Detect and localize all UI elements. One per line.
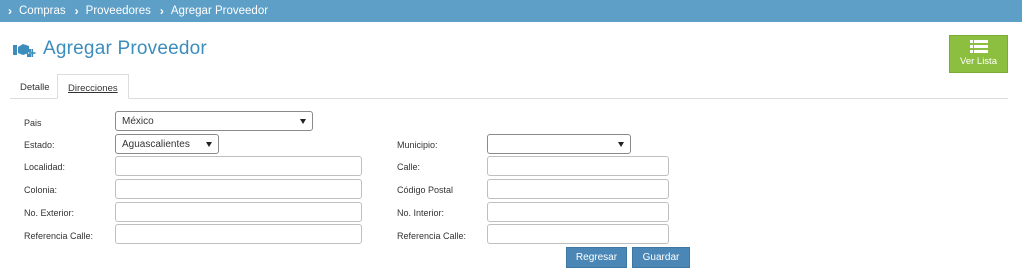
breadcrumb: › Compras › Proveedores › Agregar Provee… — [0, 0, 1022, 22]
localidad-label: Localidad: — [24, 162, 66, 172]
ver-lista-button[interactable]: Ver Lista — [949, 35, 1008, 73]
list-icon — [969, 40, 988, 53]
tab-direcciones[interactable]: Direcciones — [57, 74, 129, 99]
chevron-right-icon: › — [159, 4, 164, 18]
chevron-right-icon: › — [8, 4, 12, 18]
breadcrumb-item-proveedores[interactable]: › Proveedores — [75, 4, 151, 18]
breadcrumb-label[interactable]: Proveedores — [86, 5, 151, 17]
estado-value: Aguascalientes — [122, 138, 190, 150]
caret-down-icon — [618, 142, 624, 147]
ver-lista-label: Ver Lista — [960, 56, 997, 67]
estado-select[interactable]: Aguascalientes — [115, 134, 219, 154]
caret-down-icon — [300, 119, 306, 124]
localidad-input[interactable] — [115, 156, 362, 176]
add-supplier-icon — [13, 44, 36, 58]
guardar-button[interactable]: Guardar — [632, 247, 690, 268]
colonia-input[interactable] — [115, 179, 362, 199]
page-title: Agregar Proveedor — [43, 38, 207, 59]
municipio-label: Municipio: — [397, 140, 438, 150]
colonia-label: Colonia: — [24, 185, 58, 195]
breadcrumb-item-agregar-proveedor: › Agregar Proveedor — [160, 4, 268, 18]
pais-label: Pais — [24, 118, 42, 128]
tab-detalle[interactable]: Detalle — [10, 74, 60, 99]
breadcrumb-item-compras[interactable]: › Compras — [8, 4, 66, 18]
referencia-calle-2-label: Referencia Calle: — [397, 231, 467, 241]
tab-bar: Detalle Direcciones — [10, 74, 1008, 99]
no-interior-label: No. Interior: — [397, 208, 445, 218]
referencia-calle-input[interactable] — [115, 224, 362, 244]
caret-down-icon — [206, 142, 212, 147]
breadcrumb-label: Agregar Proveedor — [170, 5, 269, 17]
calle-label: Calle: — [397, 162, 421, 172]
breadcrumb-label[interactable]: Compras — [19, 5, 66, 17]
no-exterior-label: No. Exterior: — [24, 208, 75, 218]
tab-direcciones-label: Direcciones — [68, 83, 118, 94]
referencia-calle-label: Referencia Calle: — [24, 231, 94, 241]
regresar-button[interactable]: Regresar — [566, 247, 627, 268]
no-interior-input[interactable] — [487, 202, 669, 222]
codigo-postal-input[interactable] — [487, 179, 669, 199]
codigo-postal-label: Código Postal — [397, 185, 454, 195]
referencia-calle-2-input[interactable] — [487, 224, 669, 244]
no-exterior-input[interactable] — [115, 202, 362, 222]
municipio-select[interactable] — [487, 134, 631, 154]
estado-label: Estado: — [24, 140, 55, 150]
pais-select[interactable]: México — [115, 111, 313, 131]
pais-value: México — [122, 115, 154, 127]
page-header: Agregar Proveedor — [13, 38, 207, 60]
calle-input[interactable] — [487, 156, 669, 176]
chevron-right-icon: › — [74, 4, 79, 18]
